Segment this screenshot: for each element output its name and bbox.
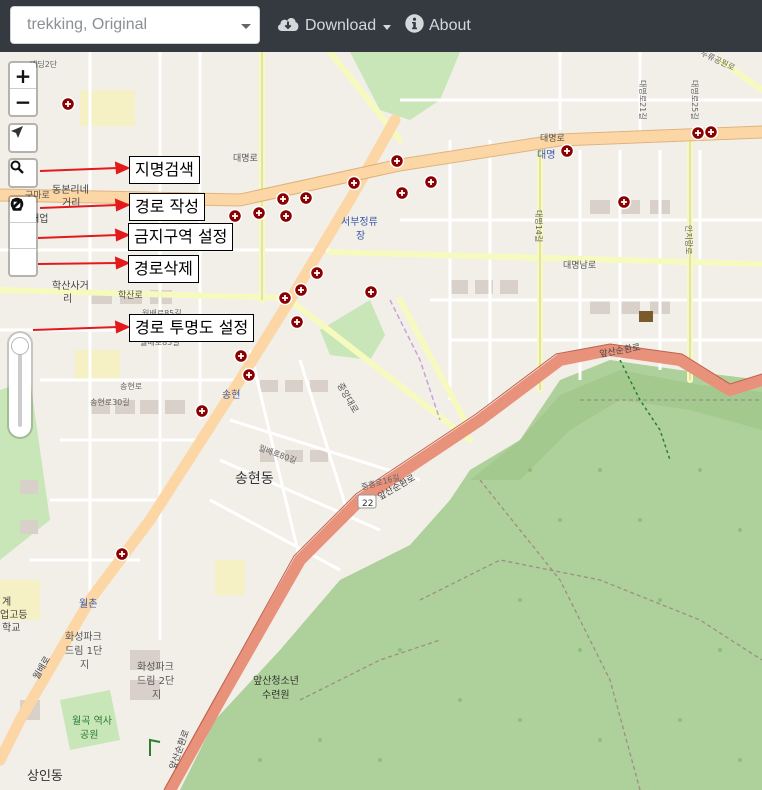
top-navbar: trekking, Original Download About	[0, 0, 762, 52]
zoom-in-button[interactable]: +	[10, 63, 36, 89]
profile-select-value: trekking, Original	[27, 16, 148, 33]
search-button[interactable]	[10, 160, 36, 186]
chevron-down-icon	[241, 24, 251, 29]
routing-profile-select[interactable]: trekking, Original	[10, 6, 260, 44]
map-canvas[interactable]: 대명로 대명로 대명 대명남로 서부정류 장 송현 송현동 앞산순환로 앞산순환…	[0, 52, 762, 790]
zoom-control: + −	[8, 61, 38, 117]
annotation-route-draw: 경로 작성	[129, 193, 205, 221]
about-link[interactable]: About	[405, 14, 471, 38]
about-label: About	[429, 17, 471, 34]
chevron-down-icon	[383, 24, 392, 30]
delete-route-button[interactable]	[10, 198, 36, 275]
annotation-no-go-area: 금지구역 설정	[128, 223, 234, 251]
slider-handle[interactable]	[11, 337, 29, 355]
annotation-route-delete: 경로삭제	[128, 255, 199, 283]
map-tiles	[0, 52, 762, 790]
search-control	[8, 158, 38, 188]
locate-button[interactable]	[10, 125, 36, 151]
download-menu[interactable]: Download	[276, 14, 392, 38]
no-go-area-button[interactable]	[10, 197, 36, 249]
annotation-route-opacity: 경로 투명도 설정	[129, 314, 255, 342]
cloud-download-icon	[276, 15, 300, 38]
route-tools-control	[8, 195, 38, 277]
annotation-place-search: 지명검색	[129, 156, 200, 184]
locate-control	[8, 123, 38, 153]
zoom-out-button[interactable]: −	[10, 89, 36, 115]
slider-track	[18, 343, 22, 427]
route-opacity-slider[interactable]	[9, 333, 31, 437]
download-label: Download	[305, 17, 377, 34]
info-circle-icon	[405, 14, 424, 38]
